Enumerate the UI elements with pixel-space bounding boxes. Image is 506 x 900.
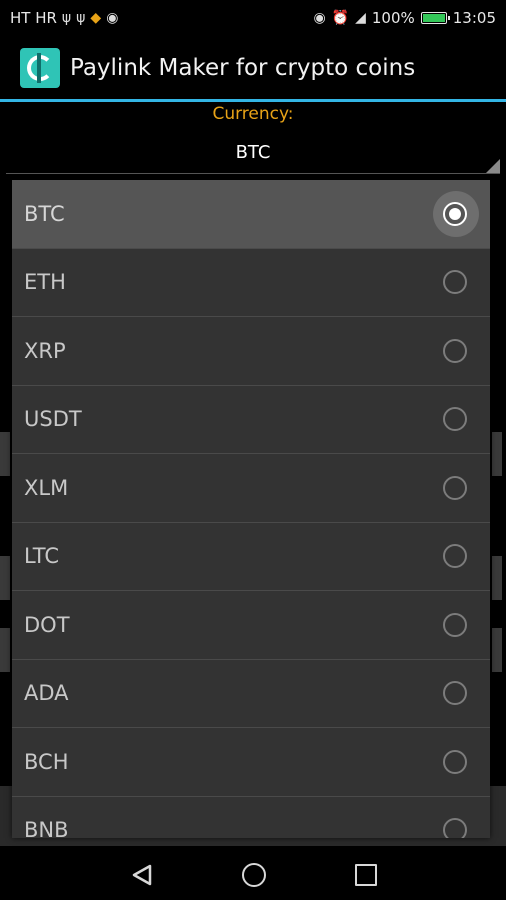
currency-option-label: XLM: [24, 475, 69, 500]
radio-icon[interactable]: [443, 818, 467, 838]
home-icon[interactable]: [242, 863, 266, 887]
currency-option-label: BTC: [24, 201, 65, 226]
recents-icon[interactable]: [355, 864, 377, 886]
currency-option[interactable]: XRP: [12, 317, 490, 386]
currency-option-label: USDT: [24, 407, 82, 432]
app-title: Paylink Maker for crypto coins: [70, 55, 416, 81]
alarm-icon: ⏰: [331, 10, 350, 26]
radio-icon[interactable]: [443, 338, 467, 363]
clock: 13:05: [452, 9, 496, 27]
status-right: ◉ ⏰ ◢ 100% 13:05: [313, 9, 496, 27]
signal-icon: ◢: [355, 10, 366, 26]
radio-icon[interactable]: [443, 612, 467, 637]
currency-option-label: BNB: [24, 818, 69, 838]
usb-icon: ψ: [76, 10, 86, 26]
navigation-bar: [0, 850, 506, 900]
underlying-field: [492, 556, 502, 600]
back-icon[interactable]: [131, 864, 153, 886]
currency-option-label: DOT: [24, 612, 70, 637]
radio-icon[interactable]: [443, 681, 467, 706]
radio-icon[interactable]: [443, 407, 467, 432]
currency-label: Currency:: [212, 104, 294, 124]
currency-option[interactable]: XLM: [12, 454, 490, 523]
status-left: HT HR ψ ψ ◆ ◉: [10, 9, 118, 27]
underlying-field: [0, 432, 10, 476]
action-bar-divider: [0, 99, 506, 102]
battery-percent: 100%: [371, 9, 415, 27]
currency-option-label: ADA: [24, 681, 69, 706]
currency-option[interactable]: BCH: [12, 728, 490, 797]
currency-dropdown[interactable]: BTC ETH XRP USDT XLM LTC DOT ADA BCH BNB: [12, 180, 490, 838]
underlying-field: [492, 432, 502, 476]
underlying-field: [0, 628, 10, 672]
currency-option[interactable]: USDT: [12, 386, 490, 454]
battery-icon: [420, 12, 450, 24]
currency-option[interactable]: BTC: [12, 180, 490, 249]
nfc-icon: ◉: [313, 10, 326, 26]
battery-level: [422, 14, 445, 22]
currency-option[interactable]: DOT: [12, 591, 490, 660]
carrier-name: HT HR: [10, 9, 57, 27]
currency-option[interactable]: ETH: [12, 249, 490, 317]
app-logo-icon: [20, 48, 60, 88]
currency-option-label: XRP: [24, 338, 66, 363]
crypto-notification-icon: ◆: [90, 10, 102, 26]
radio-icon[interactable]: [443, 270, 467, 295]
spinner-arrow-icon: [486, 159, 500, 173]
currency-option[interactable]: LTC: [12, 523, 490, 591]
action-bar: Paylink Maker for crypto coins: [0, 36, 506, 100]
currency-option-label: ETH: [24, 270, 66, 295]
radio-icon[interactable]: [443, 544, 467, 569]
radio-icon[interactable]: [443, 201, 467, 226]
currency-option[interactable]: ADA: [12, 660, 490, 728]
screen: HT HR ψ ψ ◆ ◉ ◉ ⏰ ◢ 100% 13:05 Paylink M…: [0, 0, 506, 900]
status-bar: HT HR ψ ψ ◆ ◉ ◉ ⏰ ◢ 100% 13:05: [0, 0, 506, 36]
logo-bar: [37, 53, 41, 83]
usb-icon: ψ: [61, 10, 72, 26]
currency-option[interactable]: BNB: [12, 797, 490, 838]
currency-option-label: LTC: [24, 544, 60, 569]
currency-spinner-value: BTC: [235, 142, 271, 163]
radio-dot: [449, 207, 461, 220]
hotspot-icon: ◉: [106, 10, 119, 26]
radio-icon[interactable]: [443, 475, 467, 500]
underlying-field: [0, 556, 10, 600]
currency-spinner[interactable]: BTC: [6, 134, 500, 174]
currency-option-label: BCH: [24, 749, 69, 774]
radio-icon[interactable]: [443, 749, 467, 774]
underlying-field: [492, 628, 502, 672]
